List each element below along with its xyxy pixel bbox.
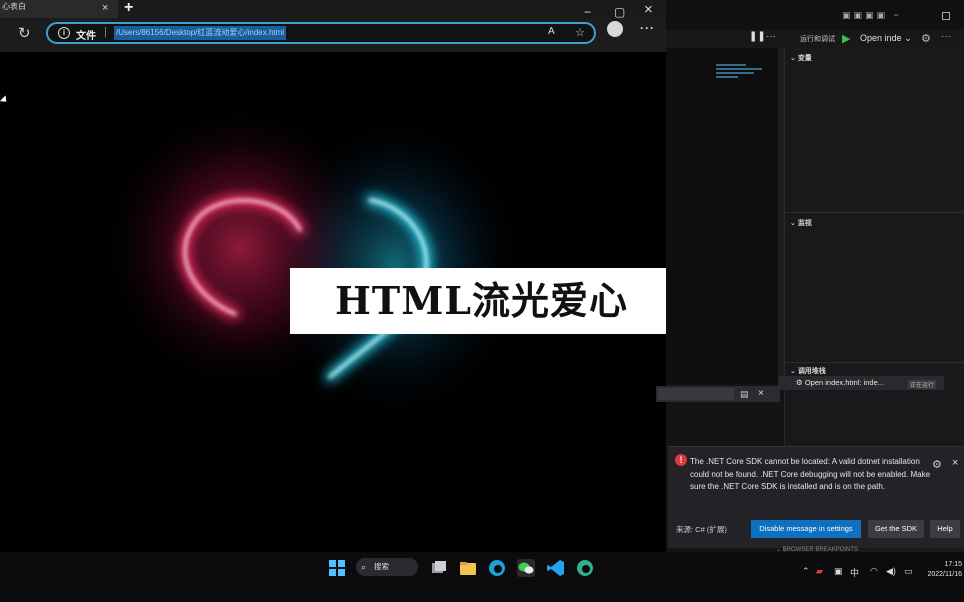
help-button[interactable]: Help [930, 520, 960, 538]
editor-titlebar [666, 0, 964, 30]
network-icon[interactable]: ◠ [870, 566, 878, 577]
error-icon: ! [675, 454, 687, 466]
tab-title: 心表白 [2, 2, 26, 11]
address-prefix: 文件 [76, 31, 96, 42]
address-separator: | [104, 26, 107, 38]
browser-tab[interactable]: 心表白 × [0, 0, 118, 18]
read-aloud-icon[interactable]: A [548, 26, 555, 37]
task-view-icon[interactable] [428, 558, 450, 578]
favorite-icon[interactable]: ☆ [575, 26, 585, 39]
section-callstack-label: 调用堆栈 [797, 368, 826, 375]
play-icon[interactable]: ▶ [842, 32, 850, 45]
search-icon: ⌕ [361, 562, 367, 572]
section-watch-label: 监视 [797, 220, 812, 227]
windows-start-icon[interactable] [326, 558, 348, 578]
run-config-label: Open inde [860, 33, 902, 43]
taskbar-clock[interactable]: 17:15 2022/11/16 [922, 560, 962, 580]
tab-bar: 心表白 × + − ▢ × [0, 0, 666, 18]
edge-browser-icon[interactable] [486, 558, 508, 578]
editor-more-icon[interactable]: ··· [766, 31, 776, 42]
disable-message-button[interactable]: Disable message in settings [751, 520, 861, 538]
reload-icon[interactable]: ↻ [18, 24, 31, 42]
edge-dev-icon[interactable] [574, 558, 596, 578]
window-close-icon[interactable]: × [644, 2, 653, 17]
section-divider [784, 362, 964, 363]
file-explorer-icon[interactable] [457, 558, 479, 578]
tray-chevron-icon[interactable]: ⌃ [802, 566, 810, 577]
debug-more-icon[interactable]: ··· [941, 31, 951, 42]
minimap[interactable] [716, 64, 774, 84]
notification-close-icon[interactable]: × [952, 457, 958, 469]
banner-title: HTML流光爱心 [335, 278, 628, 323]
blue-glow [275, 127, 515, 407]
chevron-down-icon: ⌄ [904, 33, 912, 43]
wechat-icon[interactable] [515, 558, 537, 578]
screen: 心表白 × + − ▢ × ↻ i 文件 | /Users/86156/Desk… [0, 0, 964, 602]
notification-source: 来源: C# (扩展) [676, 525, 727, 534]
callstack-status-badge: 正在运行 [908, 380, 937, 389]
layout-toggle-icons[interactable]: ▣▣▣▣ − [842, 10, 902, 21]
get-sdk-button[interactable]: Get the SDK [868, 520, 924, 538]
panel-input[interactable] [658, 388, 734, 400]
tray-app-icon[interactable]: ▰ [816, 566, 823, 577]
panel-close-icon[interactable]: × [758, 388, 764, 399]
maximize-icon[interactable]: ▢ [614, 6, 625, 18]
volume-icon[interactable]: ◀) [886, 566, 896, 577]
run-debug-label: 运行和调试 [800, 36, 835, 43]
tray-wechat-icon[interactable]: ▣ [834, 566, 843, 577]
section-watch[interactable]: ⌄ 监视 [790, 218, 812, 228]
url-text[interactable]: /Users/86156/Desktop/红蓝流动爱心/index.html [114, 26, 287, 40]
code-pane[interactable] [666, 48, 778, 384]
new-tab-button[interactable]: + [124, 0, 133, 17]
address-bar[interactable]: i 文件 | /Users/86156/Desktop/红蓝流动爱心/index… [46, 22, 596, 44]
callstack-item-label: ⚙ Open index.html: inde... [796, 378, 885, 387]
callstack-item-text: Open index.html: inde... [804, 378, 885, 387]
panel-maximize-icon[interactable]: ▤ [740, 389, 749, 400]
taskbar-search[interactable]: ⌕ 搜索 [356, 558, 418, 576]
section-variables-label: 变量 [797, 55, 812, 62]
notification-gear-icon[interactable]: ⚙ [932, 458, 942, 471]
section-callstack[interactable]: ⌄ 调用堆栈 [790, 366, 826, 376]
clock-date: 2022/11/16 [927, 571, 962, 578]
vscode-icon[interactable] [545, 558, 567, 578]
taskbar [0, 552, 964, 602]
clock-time: 17:15 [944, 561, 962, 568]
ime-indicator[interactable]: 中 [850, 566, 859, 579]
tab-close-icon[interactable]: × [102, 0, 108, 16]
address-row: ↻ i 文件 | /Users/86156/Desktop/红蓝流动爱心/ind… [0, 18, 666, 52]
battery-icon[interactable]: ▭ [904, 566, 913, 577]
restore-icon[interactable] [942, 12, 950, 20]
minimize-icon[interactable]: − [584, 6, 591, 18]
pause-icon[interactable]: ❚❚ [749, 31, 766, 42]
section-variables[interactable]: ⌄ 变量 [790, 53, 812, 63]
debug-settings-icon[interactable]: ⚙ [921, 32, 931, 45]
title-banner: HTML流光爱心 [290, 268, 673, 334]
profile-avatar[interactable] [607, 21, 623, 37]
run-config-select[interactable]: Open inde ⌄ [860, 33, 912, 44]
notification-message: The .NET Core SDK cannot be located: A v… [690, 457, 931, 491]
section-divider [784, 212, 964, 213]
browser-more-icon[interactable]: ··· [640, 21, 655, 35]
info-icon[interactable]: i [58, 27, 70, 39]
taskbar-search-label: 搜索 [374, 562, 389, 571]
